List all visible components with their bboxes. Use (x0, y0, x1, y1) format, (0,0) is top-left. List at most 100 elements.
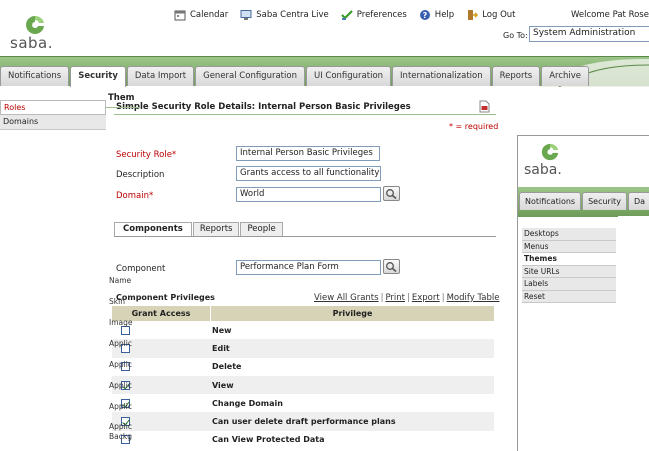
nav-calendar[interactable]: Calendar (174, 9, 228, 21)
sub-tabs: Components Reports People (114, 222, 284, 236)
nav-saba-centra-live[interactable]: Saba Centra Live (240, 9, 329, 21)
leftnav-item-domains[interactable]: Domains (0, 115, 106, 130)
window2-title: Them (108, 93, 135, 103)
table-row: New (112, 321, 494, 339)
subtab-divider (114, 236, 496, 237)
subtab-components[interactable]: Components (114, 222, 192, 236)
component-lookup-button[interactable] (383, 259, 400, 274)
pdf-icon[interactable] (479, 100, 490, 113)
privilege-name: Can View Protected Data (212, 435, 325, 445)
app-header: saba. Calendar Saba Centra Live Preferen… (0, 0, 649, 58)
tab-notifications[interactable]: Notifications (0, 66, 70, 86)
calendar-icon (174, 10, 186, 21)
domain-label: Domain* (116, 191, 154, 201)
window2-tab-security[interactable]: Security (582, 192, 627, 210)
welcome-text: Welcome Pat Rose (571, 10, 649, 20)
magnifier-icon (386, 189, 397, 200)
main-tabs: Notifications Security Data Import Gener… (0, 66, 590, 87)
logo-text: saba. (524, 162, 562, 178)
tab-security[interactable]: Security (70, 66, 126, 87)
left-nav: Roles Domains (0, 100, 106, 130)
table-row: View (112, 375, 494, 395)
table-row: Can user delete draft performance plans (112, 412, 494, 431)
table-header: Grant Access Privilege (112, 306, 494, 321)
table-actions: View All Grants | Print | Export | Modify Tabl… (314, 293, 500, 303)
goto-select[interactable]: System Administration (529, 26, 649, 42)
overlay-window: saba. Notifications Security Da Desktops… (517, 135, 649, 451)
domain-lookup-button[interactable] (383, 186, 400, 201)
nav-help[interactable]: ? Help (419, 9, 454, 21)
export-link[interactable]: Export (412, 293, 440, 303)
privilege-name: New (212, 325, 232, 335)
privilege-name: Can user delete draft performance plans (212, 417, 396, 427)
description-input[interactable]: Grants access to all functionality in S (236, 166, 381, 181)
title-divider (114, 114, 496, 115)
nav-calendar-label: Calendar (190, 10, 229, 20)
print-link[interactable]: Print (385, 293, 405, 303)
tab-data-import[interactable]: Data Import (126, 66, 195, 86)
nav-preferences[interactable]: Preferences (341, 9, 407, 21)
nav-preferences-label: Preferences (356, 10, 407, 20)
goto-label: Go To: (503, 31, 528, 40)
nav-help-label: Help (434, 10, 455, 20)
description-label: Description (116, 170, 165, 180)
window2-nav-themes[interactable]: Themes (522, 253, 616, 266)
window2-field-label: Applic (109, 381, 132, 390)
col-privilege[interactable]: Privilege (210, 306, 494, 321)
logo-text: saba. (10, 34, 53, 52)
privilege-name: Change Domain (212, 398, 283, 408)
window2-main (618, 216, 649, 451)
privileges-table: Grant Access Privilege New Edit Delete View… (112, 306, 494, 449)
preferences-icon (341, 10, 353, 20)
window2-tab-notifications[interactable]: Notifications (519, 192, 582, 210)
tab-internationalization[interactable]: Internationalization (392, 66, 491, 86)
saba-swirl-icon (26, 15, 44, 34)
window2-field-label: Skin (109, 297, 125, 306)
security-role-label: Security Role* (116, 150, 177, 160)
top-nav: Calendar Saba Centra Live Preferences ? … (174, 9, 515, 21)
window2-divider (106, 107, 140, 108)
logout-icon (468, 10, 479, 20)
view-all-grants-link[interactable]: View All Grants (314, 293, 379, 303)
privilege-name: View (212, 380, 234, 390)
window2-nav-reset[interactable]: Reset (522, 290, 616, 303)
saba-logo[interactable]: saba. (8, 12, 60, 52)
window2-nav-labels[interactable]: Labels (522, 278, 616, 291)
subtab-people[interactable]: People (240, 222, 283, 236)
tab-reports[interactable]: Reports (491, 66, 541, 86)
tab-archive[interactable]: Archive (541, 66, 590, 86)
svg-text:?: ? (422, 11, 427, 20)
tab-ui-configuration[interactable]: UI Configuration (305, 66, 392, 86)
table-body: New Edit Delete View Change Domain Can user d… (112, 321, 494, 449)
nav-log-out-label: Log Out (482, 10, 516, 20)
component-privileges-title: Component Privileges (116, 293, 215, 302)
component-input[interactable]: Performance Plan Form (236, 260, 381, 275)
tab-general-configuration[interactable]: General Configuration (195, 66, 305, 86)
window2-tab-data[interactable]: Da (627, 192, 649, 210)
page-title: Simple Security Role Details: Internal P… (116, 102, 411, 112)
security-role-input[interactable]: Internal Person Basic Privileges (236, 146, 380, 161)
window2-field-label: Name (109, 276, 132, 285)
window2-field-label: Applic (109, 360, 132, 369)
saba-swirl-icon (541, 143, 559, 161)
privilege-name: Delete (212, 362, 242, 372)
modify-table-link[interactable]: Modify Table (447, 293, 500, 303)
table-row: Edit (112, 339, 494, 358)
domain-input[interactable]: World (236, 187, 381, 202)
window2-nav-menus[interactable]: Menus (522, 240, 616, 253)
component-label: Component (116, 264, 166, 274)
leftnav-item-roles[interactable]: Roles (0, 100, 106, 115)
window2-left-nav: Desktops Menus Themes Site URLs Labels R… (522, 228, 616, 303)
required-note: * = required (449, 122, 499, 131)
window2-nav-site-urls[interactable]: Site URLs (522, 265, 616, 278)
saba-logo-window2[interactable]: saba. (522, 142, 572, 182)
table-row: Delete (112, 358, 494, 376)
table-row: Change Domain (112, 394, 494, 412)
monitor-icon (240, 10, 252, 20)
window2-field-label: Applic (109, 402, 132, 411)
window2-nav-desktops[interactable]: Desktops (522, 228, 616, 241)
nav-log-out[interactable]: Log Out (466, 9, 515, 21)
magnifier-icon (386, 262, 397, 273)
privilege-name: Edit (212, 343, 230, 353)
subtab-reports[interactable]: Reports (192, 222, 240, 236)
